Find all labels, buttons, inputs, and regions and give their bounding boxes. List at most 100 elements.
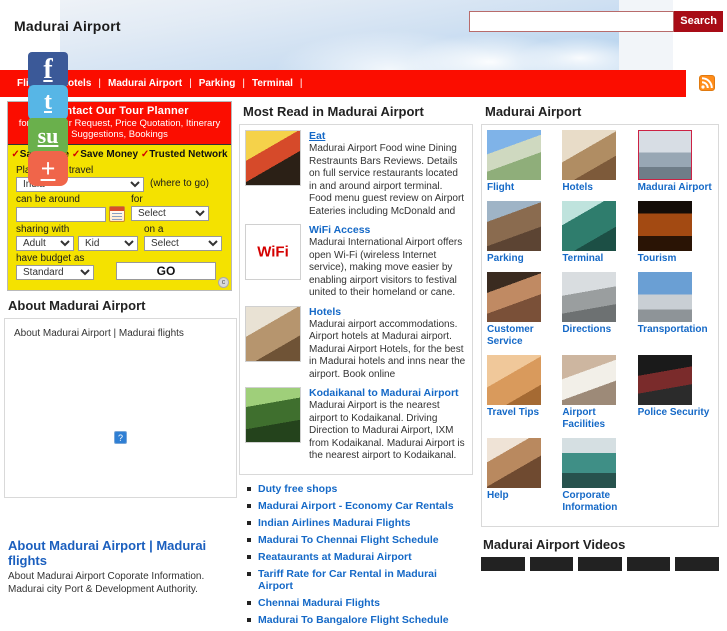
customer-service-image[interactable] (487, 272, 541, 322)
article-item: Kodaikanal to Madurai Airport Madurai Air… (245, 387, 467, 463)
category-label-link[interactable]: Terminal (562, 253, 637, 265)
category-label-link[interactable]: Transportation (638, 324, 713, 336)
video-thumb-2[interactable] (529, 557, 574, 571)
temple-tourism-image[interactable] (637, 201, 692, 251)
related-link[interactable]: Tariff Rate for Car Rental in Madurai Ai… (258, 568, 437, 592)
category-grid: Flight Hotels Madurai Airport Parking Termin… (487, 130, 713, 521)
corporate-information-image[interactable] (562, 438, 617, 488)
help-operator-image[interactable] (487, 438, 541, 488)
category-label-link[interactable]: Help (487, 490, 562, 502)
list-item: Duty free shops (245, 483, 473, 500)
parking-lot-image[interactable] (487, 201, 541, 251)
article-summary: Madurai International Airport offers ope… (309, 237, 463, 298)
hotel-room-image[interactable] (562, 130, 617, 180)
about-footer-title[interactable]: About Madurai Airport | Madurai flights (8, 538, 237, 568)
video-thumb-4[interactable] (626, 557, 671, 571)
categories-panel: Flight Hotels Madurai Airport Parking Termin… (481, 124, 719, 527)
category-cell: Directions (562, 272, 637, 348)
category-label-link[interactable]: Customer Service (487, 324, 562, 348)
nav-item-parking[interactable]: Parking (199, 78, 243, 89)
transportation-image[interactable] (637, 272, 692, 322)
kid-select[interactable]: Kid (78, 236, 138, 251)
airport-facilities-image[interactable] (562, 355, 617, 405)
article-body: Hotels Madurai airport accommodations. Ai… (309, 306, 467, 382)
rss-icon[interactable] (699, 75, 715, 91)
list-item: Reataurants at Madurai Airport (245, 551, 473, 568)
check-icon: ✓ (11, 149, 20, 160)
related-link[interactable]: Madurai To Chennai Flight Schedule (258, 534, 439, 546)
video-thumb-5[interactable] (675, 557, 719, 571)
main-content: Contact Our Tour Planner for right Tour … (0, 52, 727, 626)
social-share-bar: f t su + (28, 52, 68, 186)
article-title-link[interactable]: Eat (309, 130, 467, 142)
site-header: Madurai Airport Search (0, 0, 727, 70)
related-link[interactable]: Indian Airlines Madurai Flights (258, 517, 410, 529)
related-link[interactable]: Duty free shops (258, 483, 337, 495)
terminal-interior-image[interactable] (562, 201, 617, 251)
travel-tips-image[interactable] (487, 355, 541, 405)
article-title-link[interactable]: WiFi Access (309, 224, 467, 236)
search-input[interactable] (469, 11, 675, 32)
list-item: Tariff Rate for Car Rental in Madurai Ai… (245, 568, 473, 597)
article-title-link[interactable]: Hotels (309, 306, 467, 318)
about-inline-links[interactable]: About Madurai Airport | Madurai flights (10, 324, 231, 339)
category-label-link[interactable]: Parking (487, 253, 562, 265)
travel-date-input[interactable] (16, 206, 106, 222)
street-directions-image[interactable] (562, 272, 617, 322)
most-read-column: Most Read in Madurai Airport Eat Madurai … (237, 97, 477, 631)
category-cell: Hotels (562, 130, 637, 194)
nav-item-terminal[interactable]: Terminal (252, 78, 300, 89)
category-label-link[interactable]: Tourism (638, 253, 713, 265)
related-link[interactable]: Madurai Airport - Economy Car Rentals (258, 500, 454, 512)
stumbleupon-share-icon[interactable]: su (28, 118, 68, 153)
list-item: Madurai To Bangalore Flight Schedule (245, 614, 473, 631)
check-icon: ✓ (71, 149, 81, 160)
video-thumb-1[interactable] (481, 557, 525, 571)
adult-select[interactable]: Adult (16, 236, 74, 251)
article-item: Eat Madurai Airport Food wine Dining Rest… (245, 130, 467, 218)
wifi-thumbnail[interactable]: WiFi (245, 224, 301, 280)
airport-terminal-image[interactable] (637, 130, 692, 180)
category-cell: Help (487, 438, 562, 514)
hotel-room-thumbnail[interactable] (245, 305, 301, 362)
go-button[interactable]: GO (116, 262, 216, 280)
article-title-link[interactable]: Kodaikanal to Madurai Airport (309, 387, 467, 399)
addthis-share-icon[interactable]: + (28, 151, 68, 186)
budget-select[interactable]: Standard (16, 265, 94, 280)
calendar-icon[interactable] (109, 206, 125, 222)
sharing-label: sharing with (16, 224, 70, 235)
category-label-link[interactable]: Airport Facilities (562, 407, 637, 431)
broken-image-icon: ? (114, 431, 127, 444)
facebook-share-icon[interactable]: f (28, 52, 68, 87)
category-label-link[interactable]: Hotels (562, 182, 637, 194)
related-link[interactable]: Reataurants at Madurai Airport (258, 551, 412, 563)
search-button[interactable]: Search (674, 11, 723, 32)
category-label-link[interactable]: Corporate Information (562, 490, 637, 514)
category-cell: Madurai Airport (637, 130, 713, 194)
category-label-link[interactable]: Police Security (638, 407, 713, 419)
category-cell: Transportation (637, 272, 713, 348)
usp-label: Trusted Network (149, 149, 228, 160)
category-label-link[interactable]: Directions (562, 324, 637, 336)
article-item: Hotels Madurai airport accommodations. Ai… (245, 305, 467, 382)
list-item: Madurai Airport - Economy Car Rentals (245, 500, 473, 517)
article-summary: Madurai Airport Food wine Dining Restrau… (309, 143, 465, 217)
category-label-link[interactable]: Flight (487, 182, 562, 194)
flight-runway-image[interactable] (487, 130, 541, 180)
article-item: WiFi WiFi Access Madurai International Air… (245, 224, 467, 300)
category-label-link[interactable]: Travel Tips (487, 407, 562, 419)
about-section-title: About Madurai Airport (8, 298, 146, 313)
police-security-image[interactable] (637, 355, 692, 405)
trip-type-select[interactable]: Select (144, 236, 222, 251)
category-cell: Tourism (637, 201, 713, 265)
related-link[interactable]: Madurai To Bangalore Flight Schedule (258, 614, 449, 626)
twitter-share-icon[interactable]: t (28, 85, 68, 120)
nav-item-madurai-airport[interactable]: Madurai Airport (108, 78, 189, 89)
category-label-link[interactable]: Madurai Airport (638, 182, 713, 194)
budget-label: have budget as (16, 253, 85, 264)
video-thumb-3[interactable] (578, 557, 622, 571)
kodaikanal-thumbnail[interactable] (245, 387, 301, 443)
food-thumbnail[interactable] (245, 130, 301, 186)
duration-select[interactable]: Select (131, 206, 209, 221)
related-link[interactable]: Chennai Madurai Flights (258, 597, 380, 609)
